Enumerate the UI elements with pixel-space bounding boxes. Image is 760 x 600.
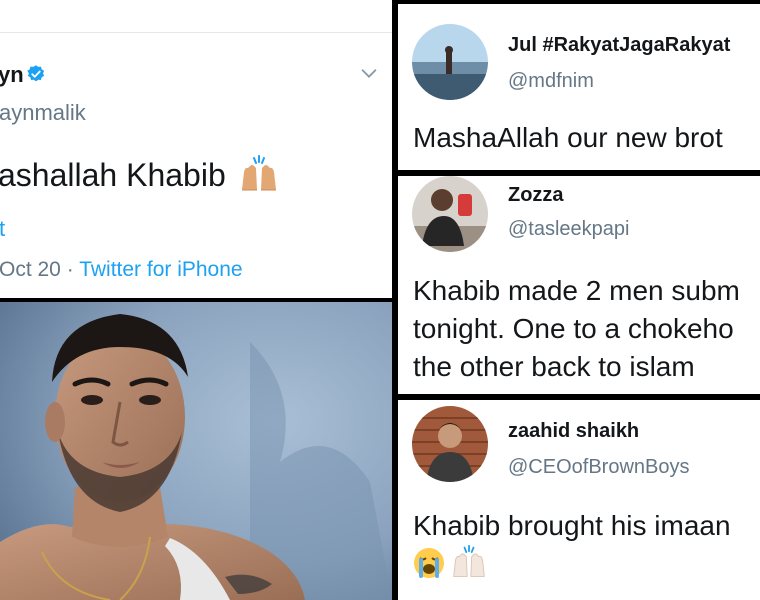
- main-tweet-card: yn aynmalik ashallah Khabib t Oct 20 · T…: [0, 0, 392, 298]
- tweet-text: Khabib made 2 men subm tonight. One to a…: [413, 272, 740, 386]
- raised-hands-emoji: [238, 154, 280, 199]
- user-avatar[interactable]: [412, 406, 488, 482]
- tweet-author-handle[interactable]: aynmalik: [0, 100, 86, 126]
- portrait-photo: [0, 302, 392, 600]
- tweet-author-name[interactable]: yn: [0, 62, 24, 88]
- user-display-name[interactable]: Zozza: [508, 184, 564, 207]
- tweet-top-divider: [0, 32, 392, 33]
- user-handle[interactable]: @CEOofBrownBoys: [508, 456, 689, 479]
- meta-separator: ·: [66, 258, 74, 281]
- user-handle[interactable]: @mdfnim: [508, 70, 594, 93]
- tweet-text: Khabib brought his imaan: [413, 510, 731, 541]
- tweet-text: MashaAllah our new brot: [413, 122, 723, 153]
- user-handle[interactable]: @tasleekpapi: [508, 218, 629, 241]
- user-display-name[interactable]: zaahid shaikh: [508, 420, 639, 443]
- portrait-illustration: [0, 302, 392, 600]
- tweet-timestamp[interactable]: Oct 20: [0, 258, 61, 281]
- user-avatar[interactable]: [412, 176, 488, 252]
- tweet-text: ashallah Khabib: [0, 157, 226, 193]
- tweet-text-line: the other back to islam: [413, 351, 695, 382]
- chevron-down-icon[interactable]: [358, 62, 380, 89]
- tweet-text-line: tonight. One to a chokeho: [413, 313, 734, 344]
- reply-tweet-card: Jul #RakyatJagaRakyat @mdfnim MashaAllah…: [398, 4, 760, 170]
- tweet-source-link[interactable]: Twitter for iPhone: [79, 258, 242, 281]
- reply-tweet-card: Zozza @tasleekpapi Khabib made 2 men sub…: [398, 176, 760, 394]
- user-display-name[interactable]: Jul #RakyatJagaRakyat: [508, 34, 730, 57]
- reply-tweet-card: zaahid shaikh @CEOofBrownBoys Khabib bro…: [398, 400, 760, 600]
- raised-hands-emoji: [450, 544, 488, 585]
- translate-tweet-link[interactable]: t: [0, 216, 5, 242]
- tweet-meta: Oct 20 · Twitter for iPhone: [0, 258, 243, 282]
- loudly-crying-face-emoji: [412, 546, 446, 585]
- tweet-text-line: Khabib made 2 men subm: [413, 275, 740, 306]
- verified-badge-icon: [26, 64, 46, 89]
- user-avatar[interactable]: [412, 24, 488, 100]
